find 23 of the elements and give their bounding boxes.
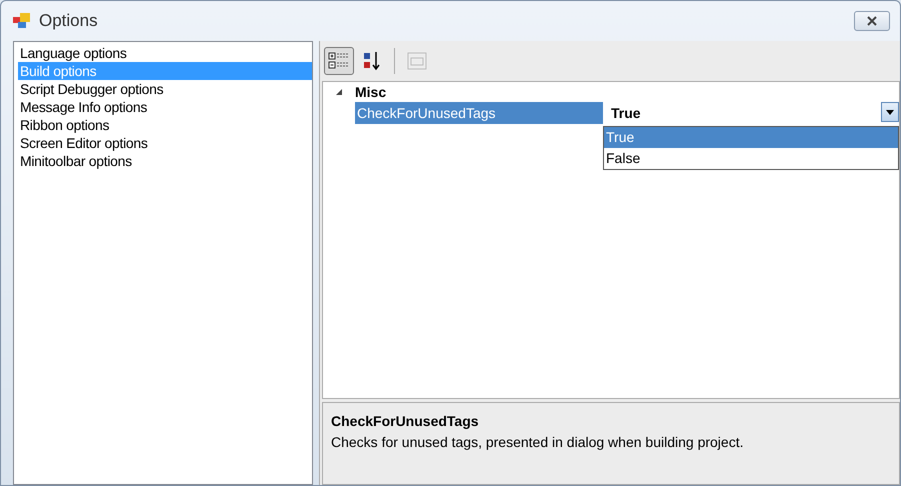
categorized-button[interactable] xyxy=(324,47,354,75)
description-text: Checks for unused tags, presented in dialog when building project. xyxy=(331,433,744,452)
dropdown-button[interactable] xyxy=(881,102,899,122)
caret-icon xyxy=(886,110,894,114)
property-value[interactable]: True xyxy=(611,102,641,124)
dropdown-option[interactable]: False xyxy=(604,148,898,169)
sidebar-item[interactable]: Screen Editor options xyxy=(18,134,312,152)
description-title: CheckForUnusedTags xyxy=(331,412,480,431)
collapse-icon[interactable] xyxy=(335,88,343,96)
close-icon xyxy=(867,16,877,26)
property-name[interactable]: CheckForUnusedTags xyxy=(355,102,603,124)
sidebar-item[interactable]: Ribbon options xyxy=(18,116,312,134)
category-label: Misc xyxy=(355,82,386,102)
window-title: Options xyxy=(39,10,98,32)
app-icon xyxy=(13,13,31,29)
close-button[interactable] xyxy=(854,11,890,31)
property-pages-icon xyxy=(406,51,428,71)
dropdown-option[interactable]: True xyxy=(604,127,898,148)
sidebar-item[interactable]: Message Info options xyxy=(18,98,312,116)
sidebar-item[interactable]: Language options xyxy=(18,44,312,62)
categorized-icon xyxy=(328,51,350,71)
sidebar-item[interactable]: Script Debugger options xyxy=(18,80,312,98)
sidebar-item[interactable]: Minitoolbar options xyxy=(18,152,312,170)
